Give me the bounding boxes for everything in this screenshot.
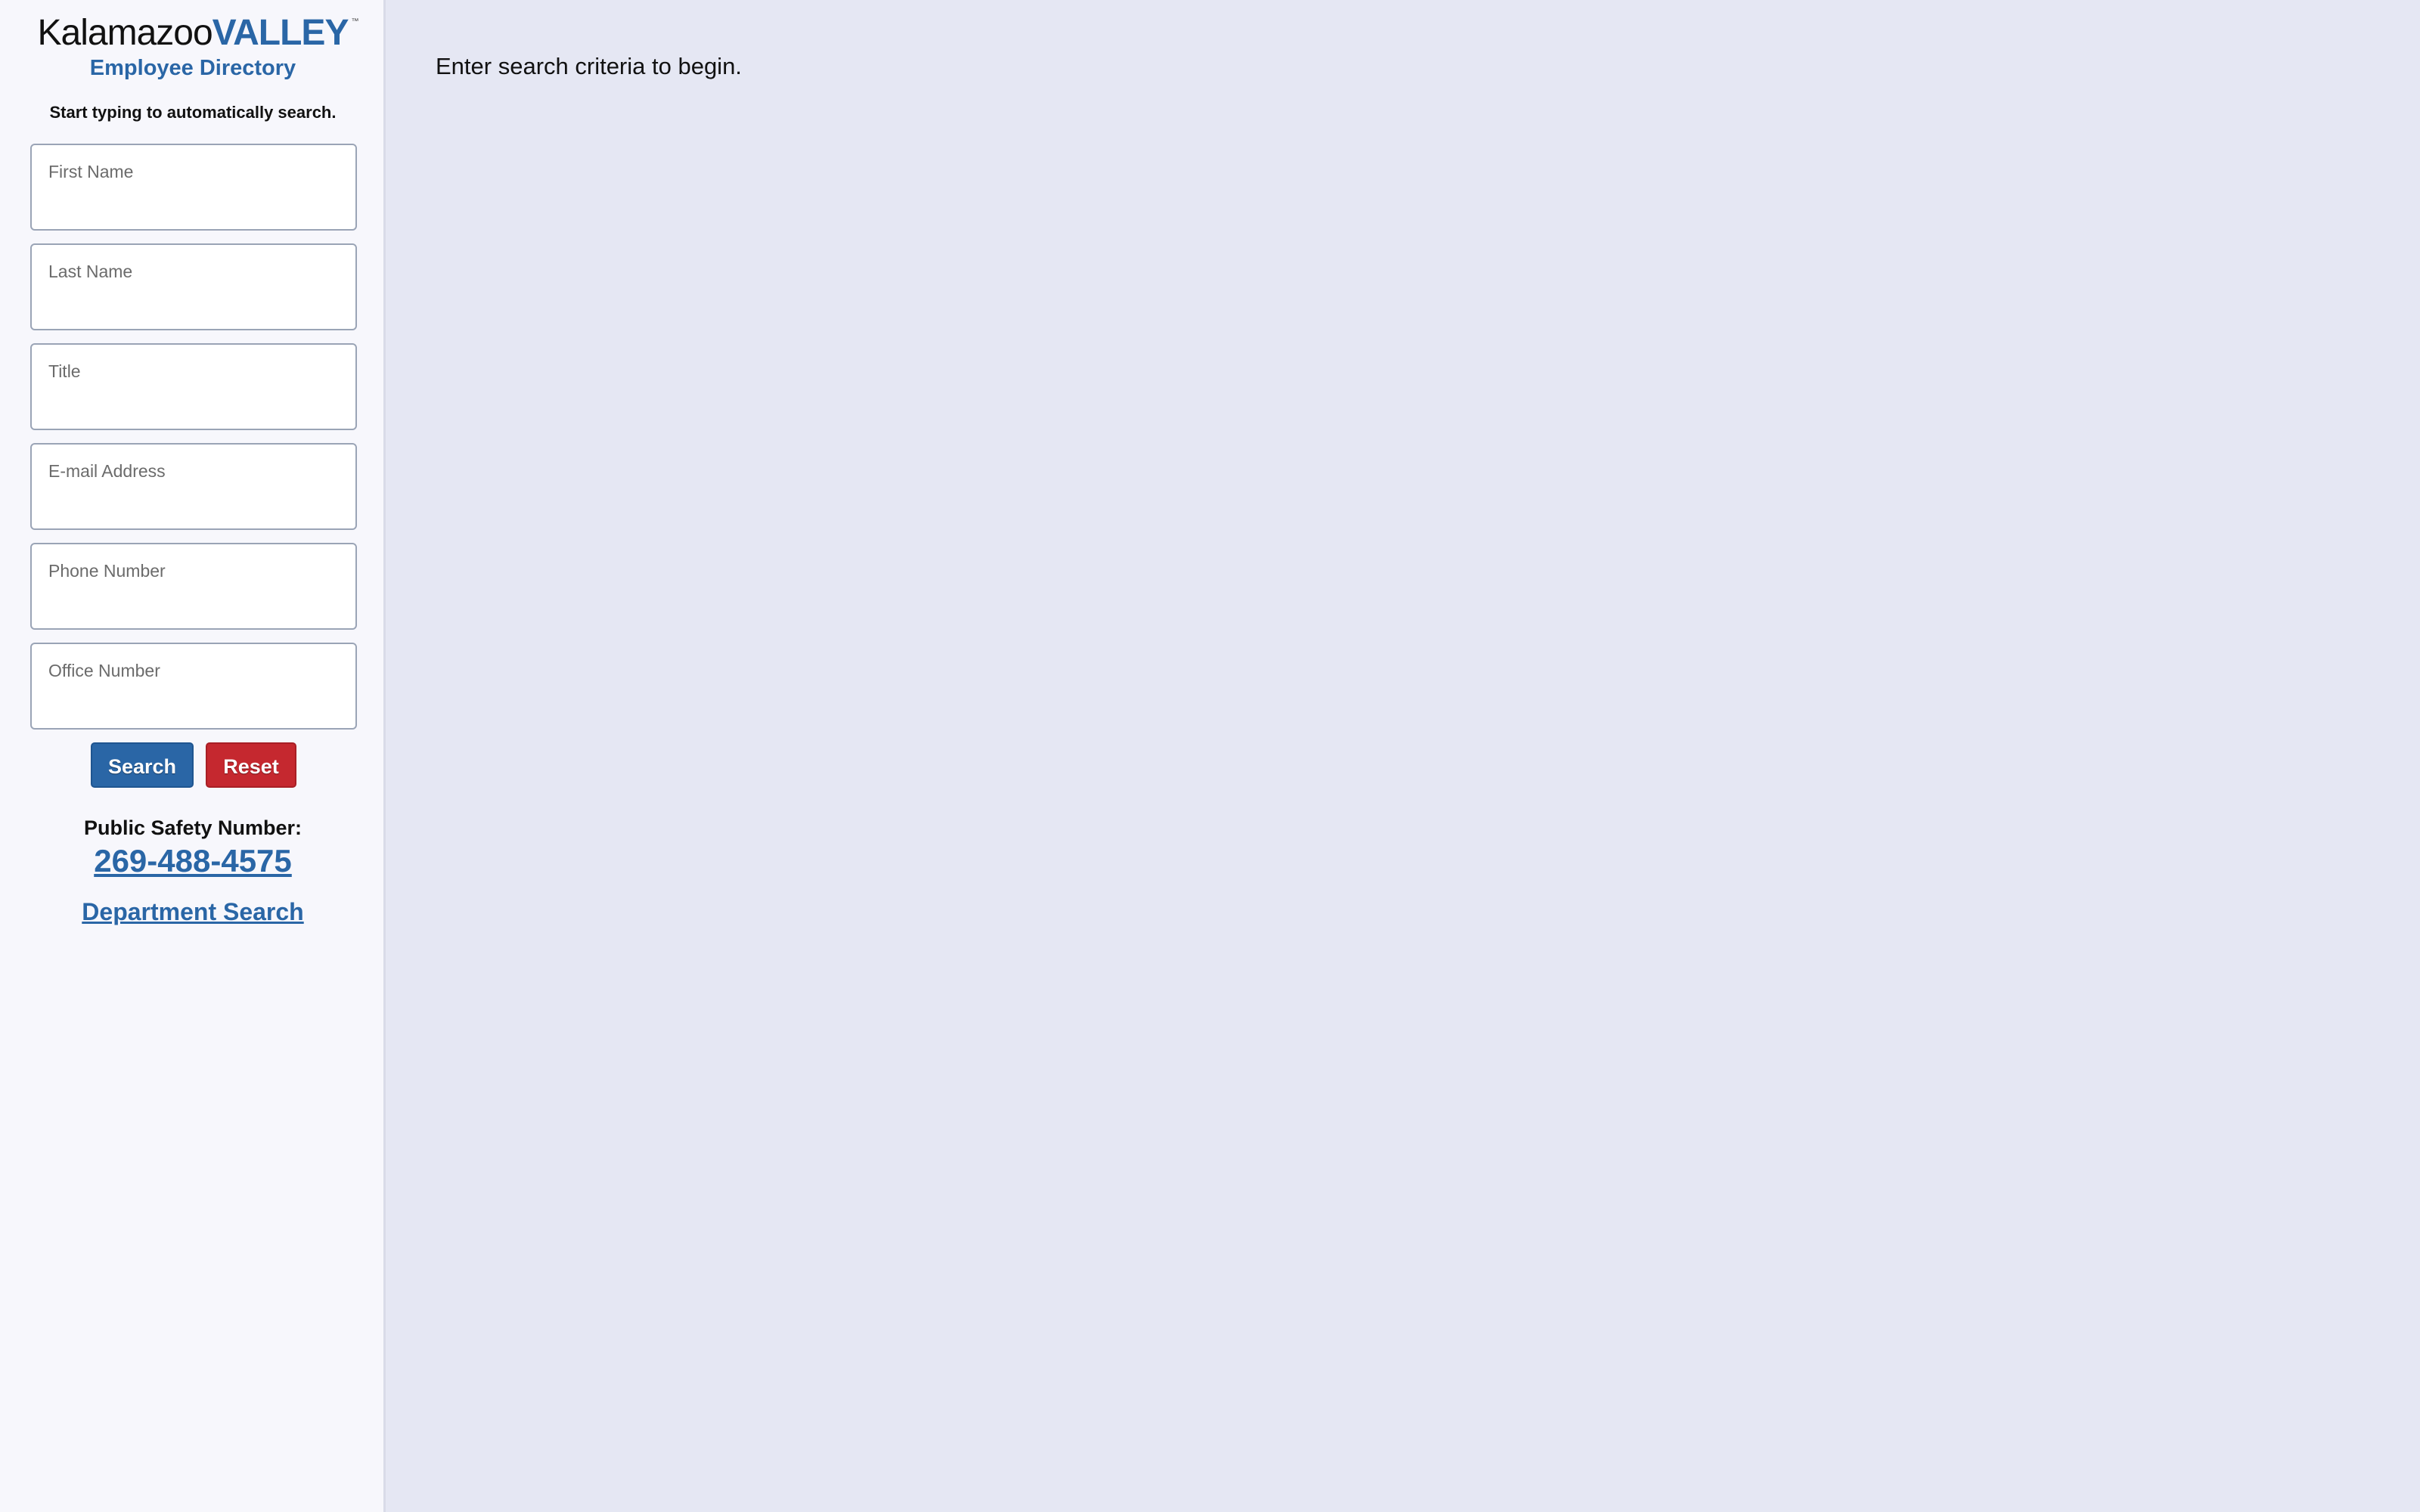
logo-trademark: ™ <box>351 17 359 26</box>
results-placeholder-message: Enter search criteria to begin. <box>436 53 742 79</box>
phone-number-label: Phone Number <box>48 561 166 581</box>
title-field[interactable]: Title <box>30 343 357 430</box>
first-name-field[interactable]: First Name <box>30 144 357 231</box>
last-name-label: Last Name <box>48 262 133 281</box>
logo-kalamazoo-text: Kalamazoo <box>37 13 213 53</box>
logo-valley-text: VALLEY <box>212 13 349 53</box>
phone-number-field[interactable]: Phone Number <box>30 543 357 630</box>
search-sidebar: KalamazooVALLEY ™ Employee Directory Sta… <box>0 0 386 1512</box>
first-name-label: First Name <box>48 162 134 181</box>
reset-button[interactable]: Reset <box>206 742 296 788</box>
directory-page: KalamazooVALLEY ™ Employee Directory Sta… <box>0 0 2420 1512</box>
email-label: E-mail Address <box>48 461 166 481</box>
title-label: Title <box>48 361 81 381</box>
logo: KalamazooVALLEY ™ <box>0 15 386 51</box>
email-field[interactable]: E-mail Address <box>30 443 357 530</box>
search-button[interactable]: Search <box>91 742 194 788</box>
search-hint: Start typing to automatically search. <box>49 103 337 122</box>
office-number-label: Office Number <box>48 661 160 680</box>
public-safety-label: Public Safety Number: <box>83 816 302 839</box>
page-title: Employee Directory <box>89 56 296 80</box>
office-number-field[interactable]: Office Number <box>30 643 357 730</box>
department-search-link[interactable]: Department Search <box>0 898 386 926</box>
last-name-field[interactable]: Last Name <box>30 243 357 330</box>
public-safety-phone-link[interactable]: 269-488-4575 <box>0 843 386 879</box>
logo-wordmark: KalamazooVALLEY ™ <box>37 13 359 53</box>
